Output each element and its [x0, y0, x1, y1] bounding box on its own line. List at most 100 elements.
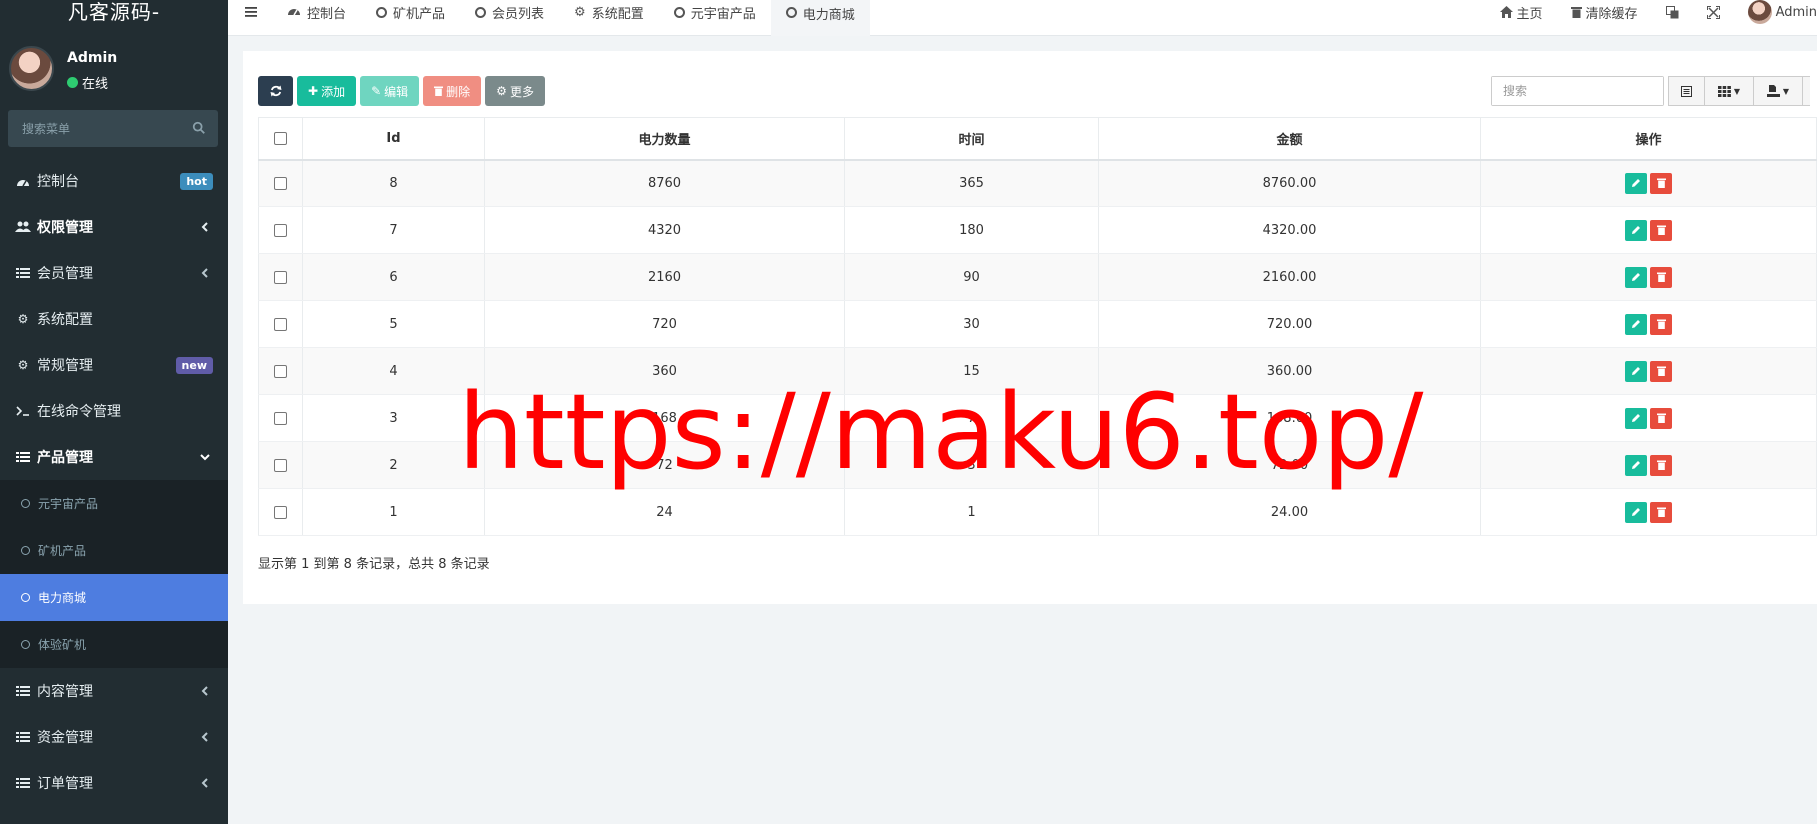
sidebar-item-orders[interactable]: 订单管理: [0, 760, 228, 806]
row-checkbox[interactable]: [274, 223, 287, 237]
sidebar-item-system-config[interactable]: ⚙ 系统配置: [0, 296, 228, 342]
row-select-cell: [258, 300, 303, 348]
row-delete-button[interactable]: [1650, 219, 1672, 241]
extra-toolbar-button[interactable]: [1802, 76, 1810, 106]
avatar: [9, 46, 54, 91]
row-checkbox[interactable]: [274, 411, 287, 425]
table-row[interactable]: 1 24 1 24.00: [258, 488, 1817, 536]
row-delete-button[interactable]: [1650, 501, 1672, 523]
table-row[interactable]: 2 72 3 72.00: [258, 441, 1817, 489]
top-navbar: 控制台 矿机产品 会员列表 ⚙ 系统配置 元宇宙产品 电力商城 主页 清除缓存 …: [228, 0, 1817, 36]
toggle-view-button[interactable]: [1668, 76, 1705, 106]
columns-button[interactable]: ▼: [1704, 76, 1754, 106]
row-edit-button[interactable]: [1625, 172, 1647, 194]
sidebar-item-trial-miner[interactable]: 体验矿机: [0, 621, 228, 668]
user-menu[interactable]: Admin: [1734, 0, 1817, 24]
export-button[interactable]: ▼: [1753, 76, 1803, 106]
cell-power-amount: 8760: [484, 159, 845, 207]
cell-power-amount: 4320: [484, 206, 845, 254]
row-edit-button[interactable]: [1625, 266, 1647, 288]
table-row[interactable]: 6 2160 90 2160.00: [258, 253, 1817, 301]
cell-time: 3: [844, 441, 1099, 489]
cell-time: 180: [844, 206, 1099, 254]
row-checkbox[interactable]: [274, 270, 287, 284]
cell-id: 2: [302, 441, 485, 489]
add-label: 添加: [321, 84, 346, 99]
row-edit-button[interactable]: [1625, 407, 1647, 429]
row-checkbox[interactable]: [274, 505, 287, 519]
tab-system-config[interactable]: ⚙ 系统配置: [559, 0, 659, 24]
sidebar-item-content[interactable]: 内容管理: [0, 668, 228, 714]
clear-cache-button[interactable]: 清除缓存: [1557, 3, 1652, 22]
row-delete-button[interactable]: [1650, 172, 1672, 194]
delete-button[interactable]: 删除: [423, 76, 482, 106]
chevron-down-icon: [200, 454, 210, 461]
column-header-time[interactable]: 时间: [844, 117, 1099, 161]
sidebar-item-metaverse-products[interactable]: 元宇宙产品: [0, 480, 228, 527]
row-edit-button[interactable]: [1625, 313, 1647, 335]
refresh-button[interactable]: [258, 76, 293, 106]
search-icon[interactable]: [192, 121, 206, 135]
tab-metaverse-products[interactable]: 元宇宙产品: [659, 0, 771, 24]
row-checkbox[interactable]: [274, 458, 287, 472]
table-row[interactable]: 3 168 7 168.00: [258, 394, 1817, 442]
cell-id: 6: [302, 253, 485, 301]
sidebar-item-permissions[interactable]: 权限管理: [0, 204, 228, 250]
row-checkbox[interactable]: [274, 317, 287, 331]
table-row[interactable]: 8 8760 365 8760.00: [258, 159, 1817, 207]
cell-actions: [1480, 441, 1817, 489]
menu-toggle-icon[interactable]: [244, 5, 258, 19]
fullscreen-button[interactable]: [1693, 5, 1734, 19]
row-edit-button[interactable]: [1625, 360, 1647, 382]
products-submenu: 元宇宙产品 矿机产品 电力商城 体验矿机: [0, 480, 228, 668]
sidebar-item-dashboard[interactable]: 控制台 hot: [0, 158, 228, 204]
column-header-id[interactable]: Id: [302, 117, 485, 161]
sidebar-item-funds[interactable]: 资金管理: [0, 714, 228, 760]
tab-miner-products[interactable]: 矿机产品: [361, 0, 460, 24]
table-search-input[interactable]: [1492, 77, 1663, 105]
list-icon: [15, 683, 31, 699]
edit-button[interactable]: ✎ 编辑: [360, 76, 420, 106]
content-panel: ✚ 添加 ✎ 编辑 删除 ⚙ 更多 ▼ ▼: [243, 51, 1817, 604]
add-button[interactable]: ✚ 添加: [297, 76, 357, 106]
menu-search-input[interactable]: [8, 110, 178, 147]
trash-icon: [1656, 366, 1666, 376]
column-header-power-amount[interactable]: 电力数量: [484, 117, 845, 161]
online-dot-icon: [67, 77, 78, 88]
tab-power-mall[interactable]: 电力商城: [770, 0, 870, 36]
column-header-amount[interactable]: 金额: [1098, 117, 1481, 161]
cell-actions: [1480, 347, 1817, 395]
pencil-icon: [1632, 461, 1640, 469]
sidebar-item-members[interactable]: 会员管理: [0, 250, 228, 296]
brand-logo[interactable]: 凡客源码-: [0, 0, 228, 26]
sidebar-item-miner-products[interactable]: 矿机产品: [0, 527, 228, 574]
row-edit-button[interactable]: [1625, 219, 1647, 241]
row-select-cell: [258, 394, 303, 442]
home-link[interactable]: 主页: [1486, 3, 1557, 22]
row-delete-button[interactable]: [1650, 407, 1672, 429]
cell-amount: 720.00: [1098, 300, 1481, 348]
row-delete-button[interactable]: [1650, 266, 1672, 288]
table-row[interactable]: 4 360 15 360.00: [258, 347, 1817, 395]
user-panel: Admin 在线: [0, 26, 228, 100]
translate-button[interactable]: [1652, 5, 1693, 19]
chevron-left-icon: [201, 686, 208, 696]
row-delete-button[interactable]: [1650, 360, 1672, 382]
select-all-checkbox[interactable]: [274, 131, 287, 145]
sidebar-item-products[interactable]: 产品管理: [0, 434, 228, 480]
tab-dashboard[interactable]: 控制台: [272, 0, 361, 24]
table-row[interactable]: 7 4320 180 4320.00: [258, 206, 1817, 254]
sidebar-item-online-command[interactable]: 在线命令管理: [0, 388, 228, 434]
table-row[interactable]: 5 720 30 720.00: [258, 300, 1817, 348]
row-checkbox[interactable]: [274, 176, 287, 190]
trash-icon: [1656, 413, 1666, 423]
row-edit-button[interactable]: [1625, 501, 1647, 523]
sidebar-item-general[interactable]: ⚙ 常规管理 new: [0, 342, 228, 388]
more-button[interactable]: ⚙ 更多: [485, 76, 545, 106]
row-delete-button[interactable]: [1650, 313, 1672, 335]
row-delete-button[interactable]: [1650, 454, 1672, 476]
tab-member-list[interactable]: 会员列表: [460, 0, 559, 24]
row-edit-button[interactable]: [1625, 454, 1647, 476]
row-checkbox[interactable]: [274, 364, 287, 378]
sidebar-item-power-mall[interactable]: 电力商城: [0, 574, 228, 621]
